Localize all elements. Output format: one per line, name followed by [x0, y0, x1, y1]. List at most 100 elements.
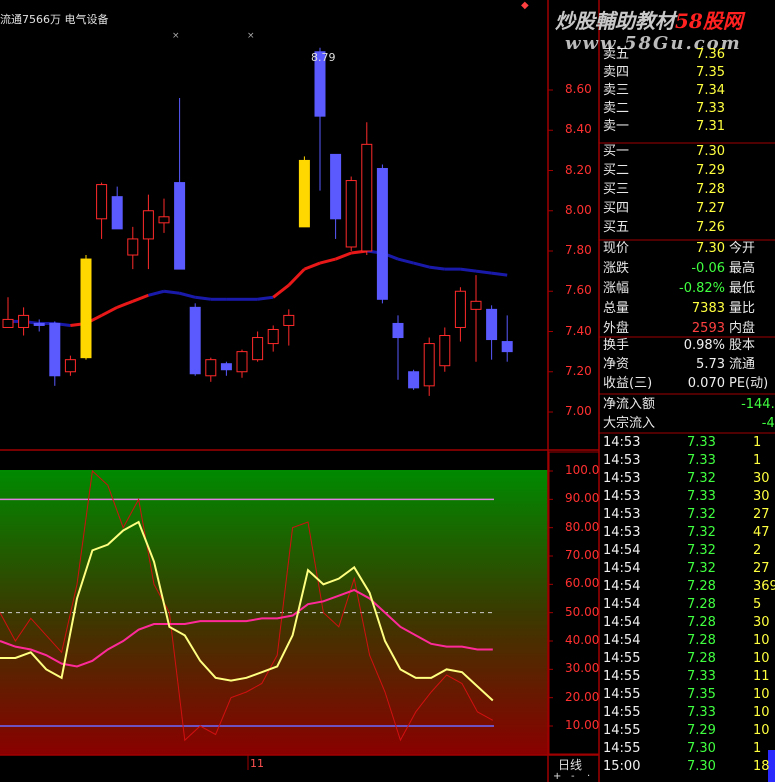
candle-body [174, 182, 186, 270]
tick-time: 15:00 [603, 759, 641, 774]
buy-level-price: 7.30 [696, 144, 725, 159]
fund-label2: 流通 [729, 357, 756, 372]
tick-volume: 30 [753, 471, 770, 486]
candle-body [392, 322, 404, 339]
tick-volume: 11 [753, 669, 770, 684]
tick-price: 7.32 [687, 561, 716, 576]
osc-tick-label: 40.00 [565, 633, 600, 647]
sell-level-row: 卖四 7.35 [601, 64, 775, 82]
ma-line-segment [195, 295, 211, 301]
tick-row: 14:54 7.28 30 [601, 614, 775, 632]
candle-body [142, 210, 154, 240]
tick-row: 14:55 7.29 10 [601, 722, 775, 740]
flow-label: 大宗流入 [603, 416, 656, 431]
tick-price: 7.35 [687, 687, 716, 702]
sell-level-label: 卖一 [603, 119, 630, 134]
buy-level-row: 买五 7.26 [601, 219, 775, 237]
zoom-out-button[interactable]: - [571, 771, 575, 782]
sell-level-row: 卖二 7.33 [601, 100, 775, 118]
sell-level-label: 卖四 [603, 65, 630, 80]
tick-price: 7.30 [687, 741, 716, 756]
tick-time: 14:55 [603, 723, 641, 738]
fund-row: 收益(三) 0.070 PE(动) [601, 375, 775, 393]
window-menu-icon[interactable]: ◆ [521, 0, 529, 11]
period-label[interactable]: 日线 [558, 756, 582, 773]
ma-line-segment [257, 295, 274, 301]
quote-label: 涨幅 [603, 281, 630, 296]
osc-tick-label: 90.00 [565, 491, 600, 506]
fund-label: 收益(三) [603, 376, 653, 391]
tick-time: 14:54 [603, 543, 641, 558]
ma-line-segment [460, 267, 477, 273]
fund-value: 5.73 [696, 357, 725, 372]
peak-price-label: 8.79 [311, 51, 336, 64]
tick-time: 14:54 [603, 597, 641, 612]
osc-tick-label: 70.00 [565, 548, 600, 562]
ma-line-segment [287, 268, 306, 287]
tick-price: 7.32 [687, 507, 716, 522]
tick-volume: 10 [753, 633, 770, 648]
buy-level-price: 7.29 [696, 163, 725, 178]
sell-level-row: 卖五 7.36 [601, 46, 775, 64]
sell-level-label: 卖五 [603, 47, 630, 62]
scroll-button[interactable]: · [587, 771, 590, 782]
ma-line-segment [491, 271, 508, 277]
tick-row: 14:54 7.28 369 [601, 578, 775, 596]
tick-price: 7.28 [687, 633, 716, 648]
tick-price: 7.28 [687, 579, 716, 594]
ma-line-segment [179, 291, 196, 299]
ma-line-segment [429, 265, 445, 271]
zoom-in-button[interactable]: + [553, 771, 561, 782]
price-tick-label: 8.40 [565, 122, 592, 137]
quote-label2: 内盘 [729, 321, 756, 336]
ma-line-segment [272, 284, 290, 299]
tick-price: 7.30 [687, 759, 716, 774]
fund-label: 净资 [603, 357, 630, 372]
candle-body [298, 159, 310, 228]
quote-label: 总量 [603, 301, 630, 316]
price-tick-label: 8.20 [565, 162, 592, 177]
tick-price: 7.28 [687, 615, 716, 630]
flow-row: 净流入额 -144.2 [601, 396, 775, 414]
tick-price: 7.33 [687, 705, 716, 720]
tick-volume: 27 [753, 561, 770, 576]
buy-level-row: 买四 7.27 [601, 200, 775, 218]
date-marker: 11 [250, 757, 264, 770]
quote-value: -0.82% [679, 281, 725, 296]
candle-body [18, 314, 30, 328]
buy-level-row: 买三 7.28 [601, 181, 775, 199]
tick-row: 14:54 7.32 27 [601, 560, 775, 578]
flow-label: 净流入额 [603, 397, 656, 412]
tick-time: 14:55 [603, 651, 641, 666]
ma-line-segment [132, 293, 149, 303]
candle-body [454, 290, 466, 328]
quote-label2: 量比 [729, 301, 756, 316]
quote-label2: 最低 [729, 281, 756, 296]
tick-volume: 10 [753, 723, 770, 738]
buy-level-price: 7.28 [696, 182, 725, 197]
sell-level-row: 卖三 7.34 [601, 82, 775, 100]
tick-row: 14:53 7.33 1 [601, 434, 775, 452]
quote-row: 涨幅 -0.82% 最低 [601, 280, 775, 298]
ma-line-segment [100, 306, 118, 317]
sell-level-price: 7.34 [696, 83, 725, 98]
candle-body [330, 153, 342, 220]
ma-line-segment [163, 289, 180, 295]
tick-volume: 1 [753, 453, 762, 468]
flow-row: 大宗流入 -48 [601, 415, 775, 433]
candle-body [486, 308, 498, 341]
osc-tick-label: 80.00 [565, 519, 600, 534]
candle-body [252, 337, 264, 361]
candle-body [423, 343, 435, 387]
quote-label: 涨跌 [603, 261, 630, 276]
sell-level-label: 卖三 [603, 83, 630, 98]
buy-level-label: 买二 [603, 163, 630, 178]
osc-tick-label: 10.00 [565, 718, 600, 732]
candle-body [49, 322, 61, 377]
tick-volume: 1 [753, 435, 762, 450]
sell-level-price: 7.31 [696, 119, 725, 134]
candle-body [236, 351, 248, 373]
buy-level-row: 买二 7.29 [601, 162, 775, 180]
tick-row: 14:55 7.28 10 [601, 650, 775, 668]
osc-tick-label: 100.0 [565, 463, 600, 477]
